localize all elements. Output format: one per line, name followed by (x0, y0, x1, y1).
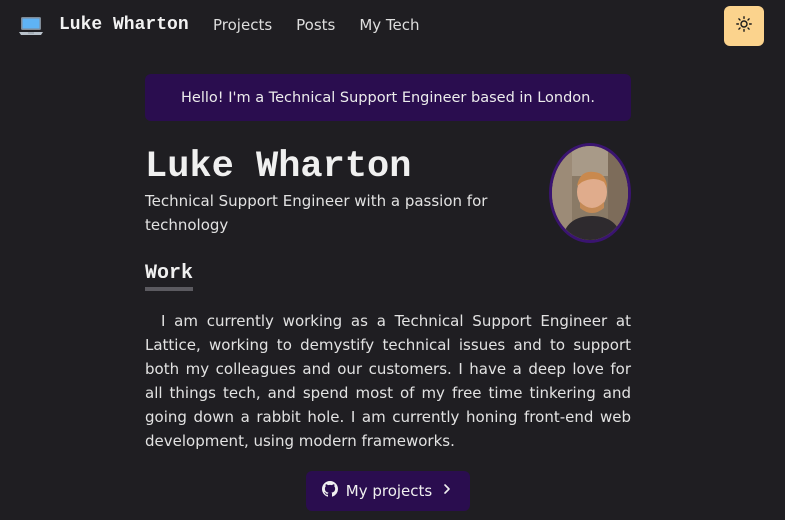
section-title-work: Work (145, 263, 194, 291)
nav-link-projects[interactable]: Projects (213, 16, 272, 34)
page-title: Luke Wharton (145, 146, 412, 188)
tagline: Technical Support Engineer with a passio… (145, 192, 488, 234)
navbar: Luke Wharton Projects Posts My Tech (0, 0, 785, 54)
laptop-icon[interactable] (18, 13, 44, 39)
nav-link-my-tech[interactable]: My Tech (359, 16, 419, 34)
github-icon (321, 481, 338, 501)
sun-icon (736, 16, 752, 36)
nav-link-posts[interactable]: Posts (296, 16, 335, 34)
greeting-banner: Hello! I'm a Technical Support Engineer … (145, 74, 631, 121)
hero-section: Luke Wharton Technical Support Engineer … (145, 143, 631, 253)
theme-toggle-button[interactable] (724, 6, 764, 46)
brand-name[interactable]: Luke Wharton (59, 15, 189, 35)
work-description: I am currently working as a Technical Su… (145, 312, 631, 450)
main-content: Hello! I'm a Technical Support Engineer … (145, 74, 631, 511)
my-projects-button[interactable]: My projects (305, 471, 471, 511)
nav-links: Projects Posts My Tech (213, 16, 444, 34)
cta-wrapper: My projects (145, 471, 631, 511)
my-projects-label: My projects (345, 482, 433, 500)
chevron-right-icon (440, 482, 454, 500)
avatar (549, 143, 631, 243)
